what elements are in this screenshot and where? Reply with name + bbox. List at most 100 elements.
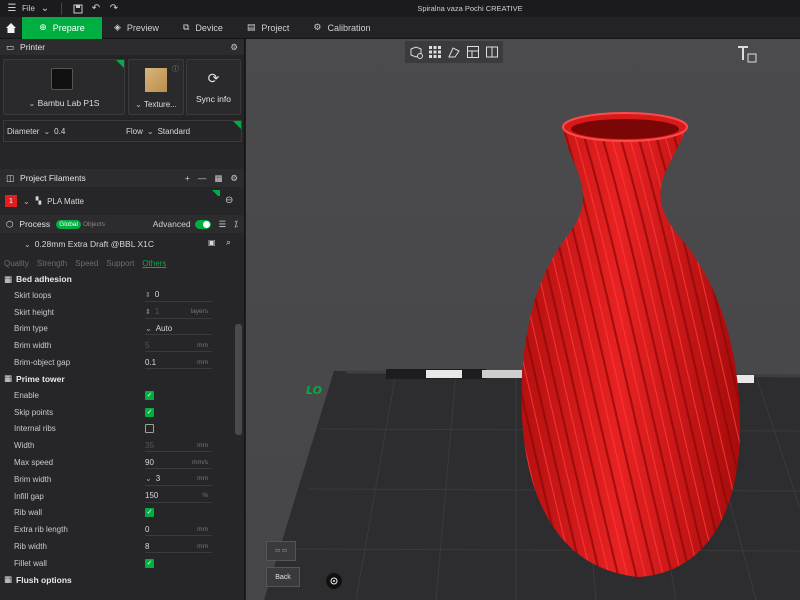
tab-label: Preview: [126, 22, 159, 33]
filament-item[interactable]: 1 ⌄ ▚ PLA Matte: [5, 195, 84, 207]
global-toggle[interactable]: Global: [56, 219, 81, 229]
plate-layout-button[interactable]: [464, 44, 482, 60]
tab-calibration[interactable]: ⚙ Calibration: [301, 17, 382, 39]
param-row: Brim width ⌄ 3 mm: [0, 471, 244, 488]
filament-color-swatch[interactable]: 1: [5, 195, 17, 207]
param-checkbox[interactable]: [145, 424, 154, 434]
chevron-down-icon[interactable]: ⌄: [37, 2, 53, 16]
param-checkbox[interactable]: ✓: [145, 558, 154, 568]
back-button[interactable]: Back: [266, 567, 300, 587]
undo-icon[interactable]: ↶: [88, 2, 104, 16]
tab-prepare[interactable]: ⊕ Prepare: [22, 16, 102, 39]
chevron-down-icon: ⌄: [135, 100, 142, 109]
recenter-button[interactable]: [326, 573, 342, 589]
settings-scrollbar[interactable]: [235, 324, 242, 435]
bed-adhesion-params: Skirt loops ⇕ 0 Skirt height ⇕ 1 layers Brim ty…: [0, 287, 244, 371]
tab-preview[interactable]: ◈ Preview: [102, 17, 171, 39]
filament-settings-gear-icon[interactable]: ⚙: [230, 173, 238, 184]
file-menu[interactable]: File: [22, 4, 35, 13]
param-value: 90: [145, 457, 154, 467]
save-preset-icon[interactable]: ▣: [208, 238, 216, 247]
spinner-arrows-icon[interactable]: ⇕: [145, 291, 151, 299]
objects-toggle[interactable]: Objects: [83, 221, 105, 228]
param-label: Skirt height: [14, 307, 55, 317]
subtab-quality[interactable]: Quality: [4, 259, 29, 268]
remove-filament-icon[interactable]: —: [198, 173, 207, 183]
menu-icon[interactable]: ☰: [4, 2, 20, 16]
param-checkbox[interactable]: ✓: [145, 390, 154, 400]
param-value-field[interactable]: 35 mm: [145, 439, 212, 453]
param-value-field[interactable]: 0.1 mm: [145, 356, 212, 370]
text-tool-button[interactable]: [736, 44, 758, 64]
save-icon[interactable]: [70, 2, 86, 16]
home-button[interactable]: [0, 17, 22, 39]
arrange-grid-button[interactable]: [426, 44, 444, 60]
param-value-field[interactable]: 90 mm/s: [145, 456, 212, 470]
param-value-field[interactable]: ⇕ 1 layers: [145, 306, 212, 319]
orient-button[interactable]: [445, 44, 463, 60]
spinner-arrows-icon[interactable]: ⇕: [145, 308, 151, 316]
subtab-others[interactable]: Others: [142, 259, 166, 268]
redo-icon[interactable]: ↷: [106, 2, 122, 16]
param-unit: mm: [197, 475, 208, 483]
param-value-field[interactable]: 0 mm: [145, 523, 212, 537]
param-checkbox[interactable]: ✓: [145, 508, 154, 518]
list-icon[interactable]: ☰: [219, 219, 227, 230]
filament-header-label: Project Filaments: [20, 173, 86, 183]
param-label: Enable: [14, 390, 39, 400]
preview-icon: ◈: [114, 22, 121, 32]
add-filament-icon[interactable]: +: [185, 173, 190, 183]
sync-info-button[interactable]: ⟳ Sync info: [186, 59, 241, 115]
filament-status-marker: [212, 190, 220, 198]
tab-label: Calibration: [327, 22, 371, 33]
param-value-field[interactable]: ⇕ 0: [145, 289, 212, 302]
process-section-header: ⬡ Process Global Objects Advanced ☰ ⁒: [0, 215, 244, 233]
tab-label: Device: [195, 22, 223, 33]
compare-icon[interactable]: ⁒: [234, 219, 238, 230]
nozzle-settings-box: Diameter ⌄ 0.4 Flow ⌄ Standard: [3, 120, 242, 142]
plate-type-label: Texture...: [143, 100, 177, 109]
textured-plate-image: [145, 68, 167, 92]
3d-viewport[interactable]: LO ▭ ▭ Back: [246, 39, 800, 600]
prime-tower-icon: ▦: [4, 373, 13, 384]
search-icon[interactable]: ⌕: [226, 237, 231, 248]
param-value-field[interactable]: 5 mm: [145, 339, 212, 353]
subtab-speed[interactable]: Speed: [75, 259, 98, 268]
target-icon: [330, 577, 338, 585]
advanced-toggle[interactable]: [194, 219, 211, 229]
param-label: Infill gap: [14, 491, 44, 501]
chevron-down-icon: ⌄: [145, 323, 152, 333]
tab-device[interactable]: ⧉ Device: [171, 17, 235, 39]
filament-sync-icon[interactable]: ▦: [214, 173, 222, 184]
diameter-select[interactable]: 0.4: [54, 127, 65, 136]
param-value-field[interactable]: ⌄ 3 mm: [145, 473, 212, 486]
chevron-down-icon: ⌄: [43, 127, 51, 136]
param-value-field[interactable]: 8 mm: [145, 540, 212, 554]
param-row: Skirt height ⇕ 1 layers: [0, 304, 244, 321]
chevron-down-icon: ⌄: [146, 127, 154, 136]
filament-remove-icon[interactable]: ⊖: [225, 195, 233, 206]
tab-label: Project: [261, 22, 290, 33]
home-icon: [6, 22, 16, 33]
group-title: Prime tower: [16, 373, 65, 384]
param-label: Skirt loops: [14, 290, 52, 300]
tab-project[interactable]: ▤ Project: [235, 17, 302, 39]
layer-view-button[interactable]: ▭ ▭: [266, 541, 296, 561]
settings-scroll-area[interactable]: ▦ Bed adhesion Skirt loops ⇕ 0 Skirt height…: [0, 271, 244, 588]
split-button[interactable]: [483, 44, 501, 60]
flow-select[interactable]: Standard: [158, 127, 190, 136]
param-checkbox[interactable]: ✓: [145, 407, 154, 417]
plate-card[interactable]: ⓘ ⌄ Texture...: [128, 59, 184, 115]
calibration-icon: ⚙: [313, 22, 322, 32]
printer-card[interactable]: ⌄ Bambu Lab P1S: [3, 59, 125, 115]
info-icon[interactable]: ⓘ: [172, 64, 179, 74]
subtab-support[interactable]: Support: [106, 259, 134, 268]
subtab-strength[interactable]: Strength: [37, 259, 67, 268]
printer-settings-gear-icon[interactable]: ⚙: [230, 42, 238, 53]
param-value-field[interactable]: ⌄ Auto: [145, 322, 212, 336]
process-preset-select[interactable]: 0.28mm Extra Draft @BBL X1C: [35, 239, 154, 249]
add-object-button[interactable]: [407, 44, 425, 60]
process-preset-row[interactable]: ⌄ 0.28mm Extra Draft @BBL X1C ▣ ⌕: [0, 233, 244, 255]
flow-label: Flow: [126, 127, 143, 136]
param-value-field[interactable]: 150%: [145, 490, 212, 503]
